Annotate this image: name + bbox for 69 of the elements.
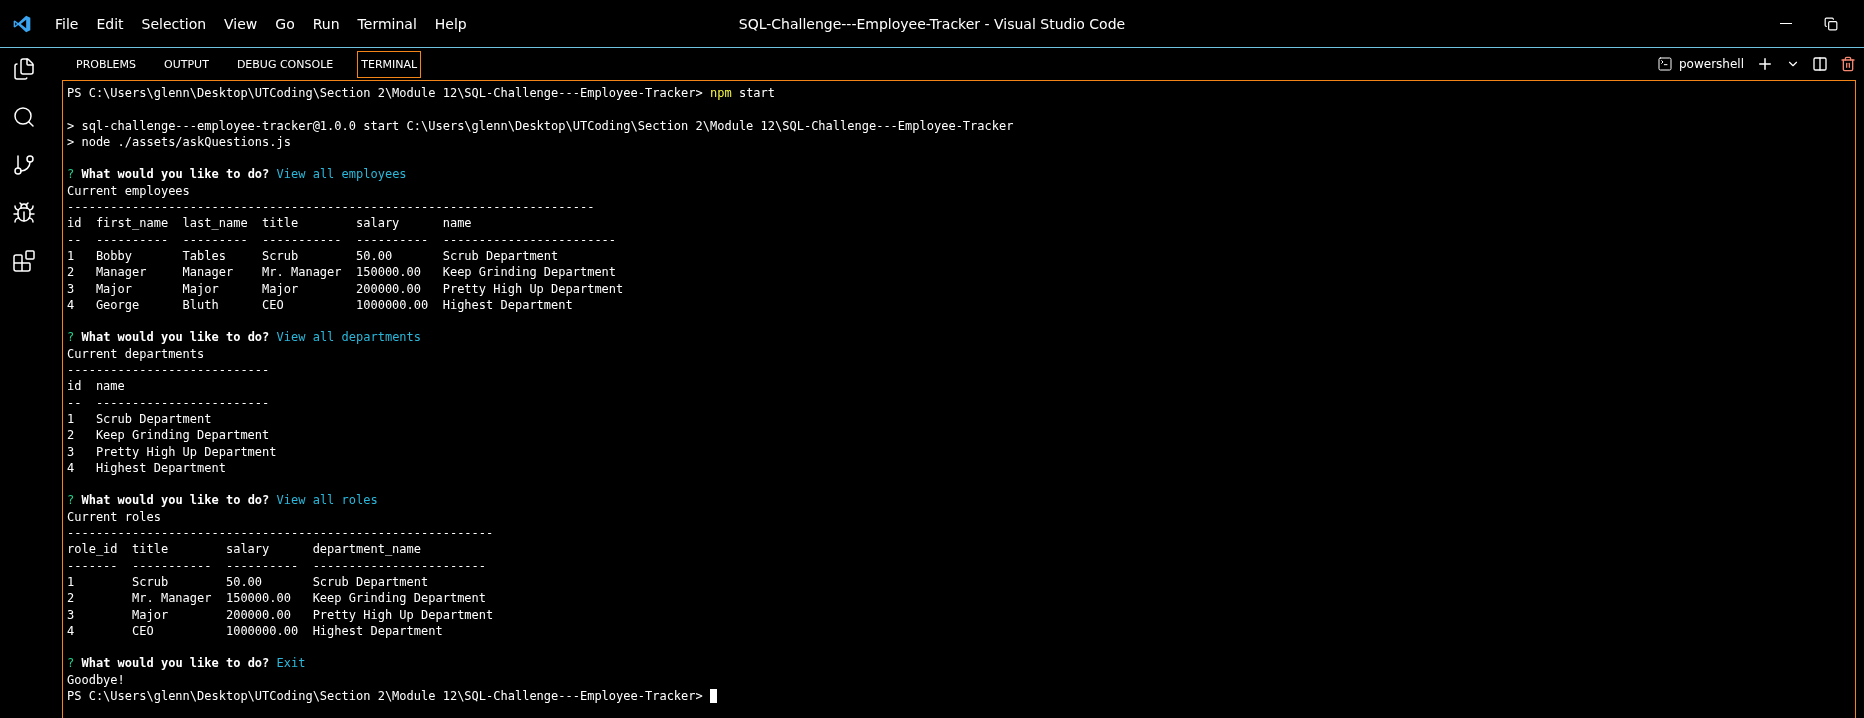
answer-text: Exit xyxy=(276,656,306,671)
answer-text: View all roles xyxy=(276,493,378,508)
restore-icon xyxy=(1824,16,1838,31)
terminal-output: 4 Highest Department xyxy=(67,460,226,475)
terminal-output: 2 Manager Manager Mr. Manager 150000.00 Keep Grinding Department xyxy=(67,265,617,280)
prompt-mark: ? xyxy=(67,330,75,345)
terminal-output: id name xyxy=(67,379,125,394)
shell-prompt: PS C:\Users\glenn\Desktop\UTCoding\Section 2\Module 12\SQL-Challenge---Employee-Tracker> xyxy=(67,689,703,703)
terminal-output: ------- ----------- ---------- ------------------------ xyxy=(67,558,487,573)
prompt-mark: ? xyxy=(67,493,75,508)
extensions-icon[interactable] xyxy=(11,248,37,274)
terminal-output: role_id title salary department_name xyxy=(67,542,421,557)
terminal-output: -- ---------- --------- ----------- ---------- ------------------------ xyxy=(67,232,617,247)
menu-item[interactable]: File xyxy=(46,11,88,36)
menu-item[interactable]: Edit xyxy=(87,11,133,36)
panel-tab[interactable]: OUTPUT xyxy=(160,50,213,78)
terminal-output: Current roles xyxy=(67,509,161,524)
terminal-output: 4 George Bluth CEO 1000000.00 Highest Department xyxy=(67,297,573,312)
menu-item[interactable]: Help xyxy=(425,11,476,36)
question-text: What would you like to do? xyxy=(81,493,270,508)
terminal-output: 2 Mr. Manager 150000.00 Keep Grinding Department xyxy=(67,591,487,606)
terminal-area[interactable] xyxy=(62,80,1856,718)
command-text: npm xyxy=(710,86,732,100)
terminal-output: 1 Scrub Department xyxy=(67,411,212,426)
prompt-mark: ? xyxy=(67,656,75,671)
bug-icon[interactable] xyxy=(11,200,37,226)
shell-prompt: PS C:\Users\glenn\Desktop\UTCoding\Section 2\Module 12\SQL-Challenge---Employee-Tracker> xyxy=(67,86,703,100)
terminal-output: Current employees xyxy=(67,183,190,198)
terminal-icon xyxy=(1657,56,1673,72)
terminal-output: 3 Major Major Major 200000.00 Pretty High Up Department xyxy=(67,281,624,296)
question-text: What would you like to do? xyxy=(81,330,270,345)
window-title: SQL-Challenge---Employee-Tracker - Visual Studio Code xyxy=(738,15,1126,32)
panel-tab[interactable]: DEBUG CONSOLE xyxy=(232,50,338,78)
terminal-output: id first_name last_name title salary name xyxy=(67,216,472,231)
terminal-output: 2 Keep Grinding Department xyxy=(67,428,270,443)
files-icon[interactable] xyxy=(11,56,37,82)
question-text: What would you like to do? xyxy=(81,656,270,671)
terminal-output: -- ------------------------ xyxy=(67,395,270,410)
terminal-output: > node ./assets/askQuestions.js xyxy=(67,134,291,149)
terminal-output: Current departments xyxy=(67,346,205,361)
terminal-output: 3 Pretty High Up Department xyxy=(67,444,277,459)
panel-tab[interactable]: PROBLEMS xyxy=(72,50,141,78)
minimize-icon xyxy=(1780,23,1792,24)
panel-tab[interactable]: TERMINAL xyxy=(357,50,422,78)
menu-item[interactable]: Terminal xyxy=(348,11,426,36)
answer-text: View all employees xyxy=(276,167,407,182)
terminal-output: 1 Bobby Tables Scrub 50.00 Scrub Department xyxy=(67,248,559,263)
terminal-output: > sql-challenge---employee-tracker@1.0.0 start C:\Users\glenn\Desktop\UTCoding\Section 2\Module 12\SQL-Challenge---Employee-Tracker xyxy=(67,118,1014,133)
search-icon[interactable] xyxy=(11,104,37,130)
terminal-output: 3 Major 200000.00 Pretty High Up Department xyxy=(67,607,494,622)
menu-item[interactable]: Go xyxy=(266,11,304,36)
terminal-output: Goodbye! xyxy=(67,672,125,687)
terminal-output: ----------------------------------------------------------- xyxy=(67,526,494,540)
menu-item[interactable]: Selection xyxy=(132,11,216,36)
command-arguments: start xyxy=(738,86,776,100)
split-icon[interactable] xyxy=(1810,54,1830,74)
terminal-output: ------------------------------------------------------------------------- xyxy=(67,200,595,215)
terminal-output: 4 CEO 1000000.00 Highest Department xyxy=(67,623,443,638)
menu-item[interactable]: Run xyxy=(303,11,349,36)
terminal-name: powershell xyxy=(1679,57,1744,71)
menu-item[interactable]: View xyxy=(215,11,267,36)
source-control-icon[interactable] xyxy=(11,152,37,178)
answer-text: View all departments xyxy=(276,330,422,345)
prompt-mark: ? xyxy=(67,167,75,182)
terminal-picker[interactable]: powershell xyxy=(1655,54,1746,74)
question-text: What would you like to do? xyxy=(81,167,270,182)
app-logo-icon xyxy=(12,13,32,34)
terminal-output: ---------------------------- xyxy=(67,363,270,378)
terminal-output: 1 Scrub 50.00 Scrub Department xyxy=(67,574,429,589)
